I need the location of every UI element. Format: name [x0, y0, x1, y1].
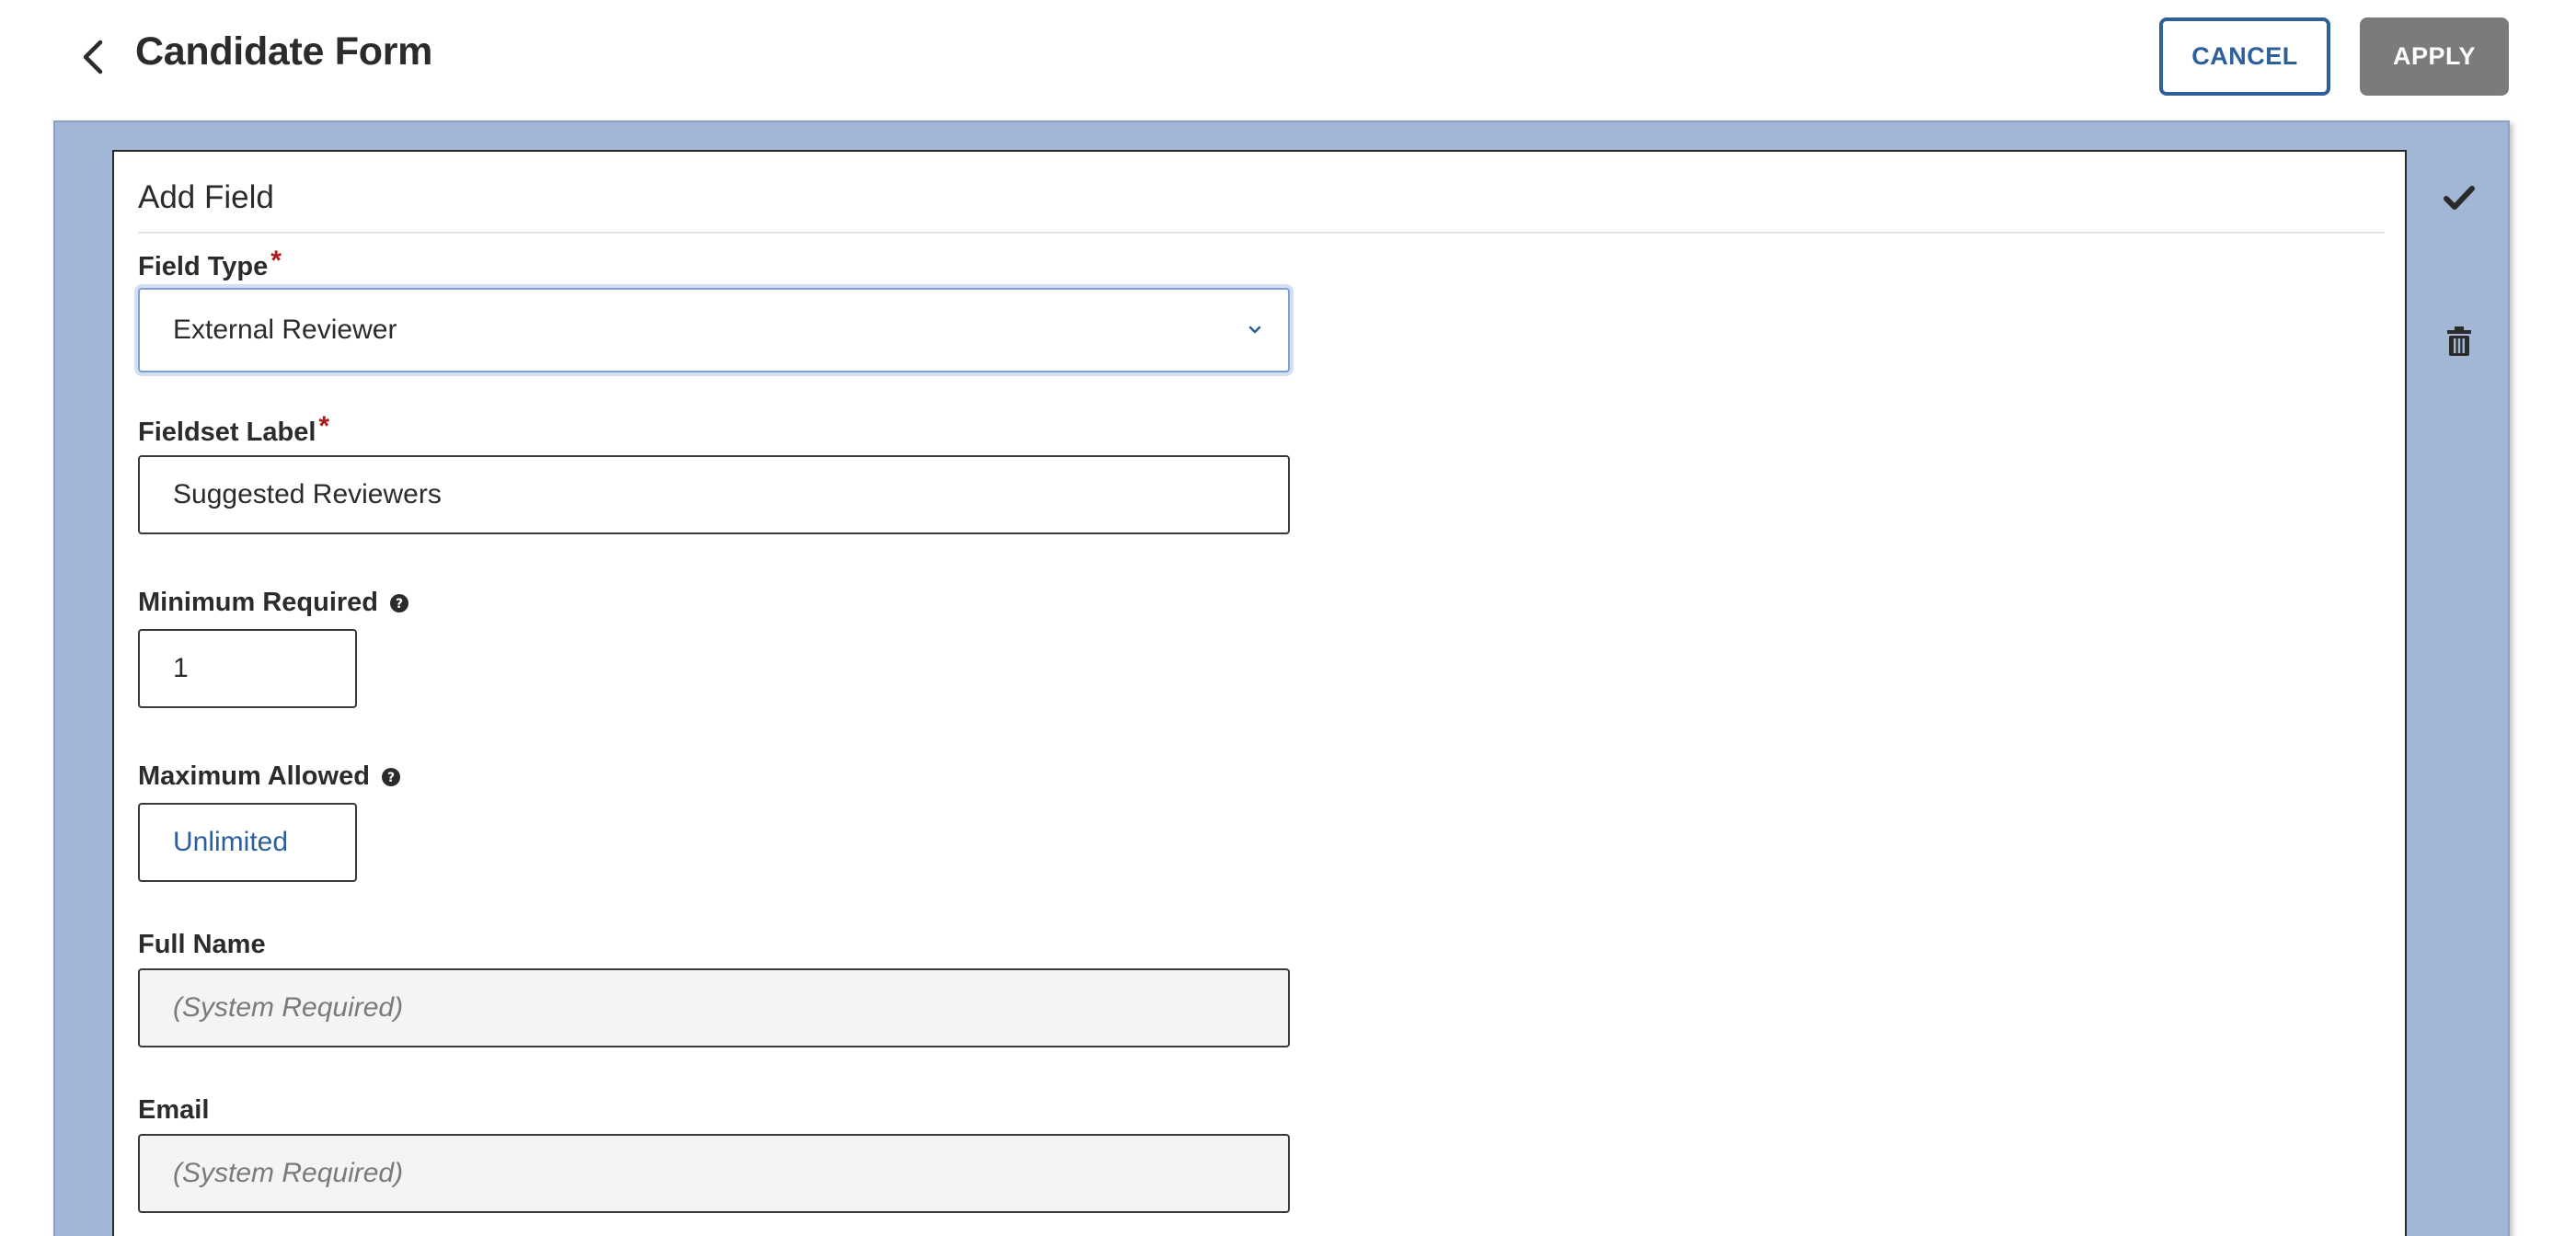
field-type-select[interactable]: External Reviewer [138, 288, 1290, 372]
delete-button[interactable] [2433, 315, 2485, 367]
field-type-label-text: Field Type [138, 251, 269, 281]
add-field-card: Add Field Field Type * External Reviewer… [112, 150, 2407, 1236]
cancel-button[interactable]: CANCEL [2159, 17, 2330, 96]
svg-text:?: ? [396, 597, 403, 612]
confirm-button[interactable] [2433, 172, 2485, 223]
page-title: Candidate Form [135, 29, 433, 74]
minimum-required-input[interactable]: 1 [138, 629, 357, 708]
fieldset-label-value: Suggested Reviewers [173, 479, 442, 509]
full-name-value: (System Required) [173, 992, 404, 1023]
card-title: Add Field [138, 179, 274, 215]
email-value: (System Required) [173, 1158, 404, 1188]
field-editor-panel: Add Field Field Type * External Reviewer… [53, 120, 2510, 1236]
field-type-label: Field Type * [138, 246, 282, 282]
maximum-allowed-input[interactable]: Unlimited [138, 803, 357, 882]
check-icon [2444, 186, 2475, 210]
chevron-left-icon [83, 40, 103, 74]
svg-text:?: ? [387, 771, 395, 785]
maximum-allowed-value: Unlimited [173, 827, 289, 857]
email-field: (System Required) [138, 1134, 1290, 1213]
full-name-label: Full Name [138, 930, 266, 960]
minimum-required-label: Minimum Required ? [138, 588, 409, 618]
full-name-field: (System Required) [138, 968, 1290, 1047]
apply-button[interactable]: APPLY [2360, 17, 2509, 96]
back-button[interactable] [72, 35, 116, 79]
maximum-allowed-label: Maximum Allowed ? [138, 761, 401, 792]
fieldset-label-label-text: Fieldset Label [138, 417, 316, 447]
email-label: Email [138, 1095, 209, 1126]
field-type-value: External Reviewer [173, 315, 397, 345]
trash-icon [2447, 326, 2471, 356]
divider [138, 232, 2385, 234]
required-marker: * [318, 411, 330, 441]
question-circle-icon[interactable]: ? [389, 593, 409, 613]
full-name-label-text: Full Name [138, 930, 266, 959]
minimum-required-label-text: Minimum Required [138, 588, 379, 617]
email-label-text: Email [138, 1095, 210, 1125]
maximum-allowed-label-text: Maximum Allowed [138, 761, 370, 791]
question-circle-icon[interactable]: ? [381, 767, 401, 787]
required-marker: * [270, 246, 282, 276]
fieldset-label-input[interactable]: Suggested Reviewers [138, 455, 1290, 534]
minimum-required-value: 1 [173, 653, 189, 683]
top-bar: Candidate Form CANCEL APPLY [0, 0, 2576, 120]
chevron-down-icon [1246, 321, 1264, 339]
fieldset-label-label: Fieldset Label * [138, 411, 329, 448]
